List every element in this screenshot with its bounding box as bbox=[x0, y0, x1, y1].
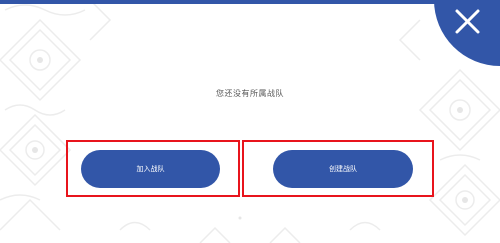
close-icon[interactable] bbox=[430, 0, 500, 66]
create-team-button[interactable]: 创建战队 bbox=[273, 150, 413, 188]
no-team-message: 您还没有所属战队 bbox=[216, 89, 284, 98]
team-dialog: 您还没有所属战队 加入战队 创建战队 bbox=[0, 0, 500, 243]
decorative-background-pattern bbox=[0, 0, 500, 243]
top-accent-bar bbox=[0, 0, 500, 4]
join-team-button[interactable]: 加入战队 bbox=[81, 150, 220, 188]
